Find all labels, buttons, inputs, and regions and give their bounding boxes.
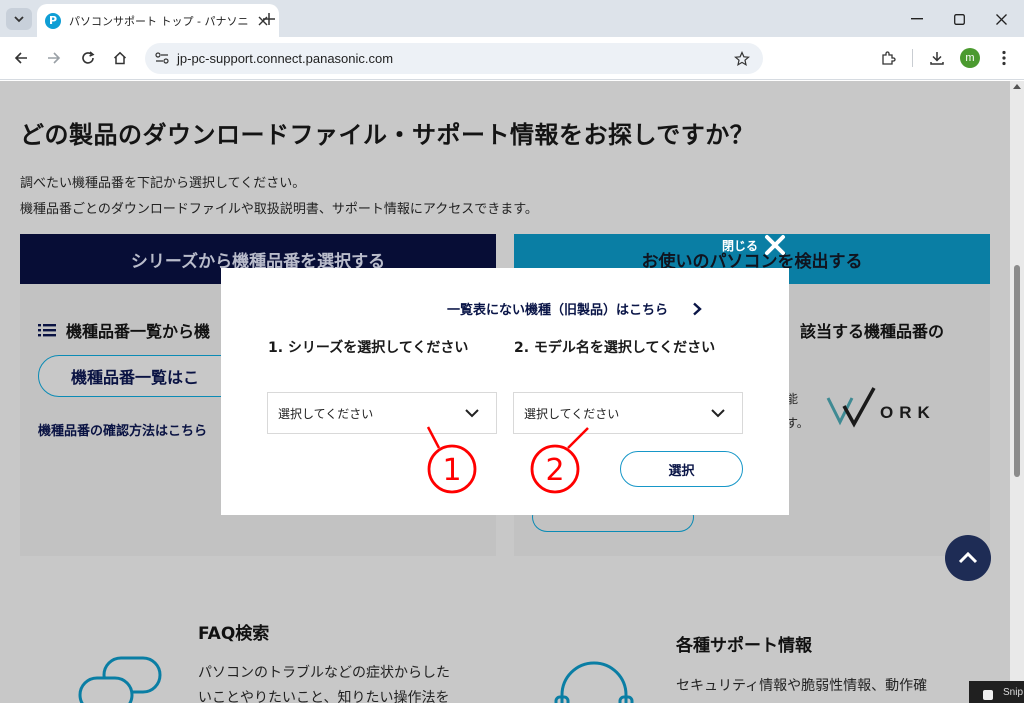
plus-icon[interactable]	[258, 8, 280, 30]
back-icon[interactable]	[9, 46, 33, 70]
tab-search-icon[interactable]	[6, 8, 32, 30]
profile-avatar[interactable]: m	[960, 48, 980, 68]
support-info-title[interactable]: 各種サポート情報	[676, 631, 812, 656]
page-heading: どの製品のダウンロードファイル・サポート情報をお探しですか？	[20, 121, 755, 149]
annotation-mark-1: 1	[427, 444, 477, 494]
address-bar[interactable]: jp-pc-support.connect.panasonic.com	[145, 43, 763, 74]
model-select[interactable]: 選択してください	[513, 392, 743, 434]
headset-icon	[554, 661, 634, 703]
menu-icon[interactable]	[992, 46, 1016, 70]
old-models-link[interactable]: 一覧表にない機種（旧製品）はこちら	[447, 299, 702, 318]
series-select-value: 選択してください	[278, 406, 374, 421]
list-icon	[38, 324, 56, 337]
minimize-icon[interactable]	[906, 8, 928, 30]
url-text: jp-pc-support.connect.panasonic.com	[177, 51, 394, 66]
snip-taskbar-item[interactable]: Snip	[969, 681, 1024, 703]
close-icon	[765, 235, 786, 255]
step1-label: 1. シリーズを選択してください	[268, 340, 469, 356]
annotation-number-1: 1	[442, 453, 461, 488]
intro-text-1: 調べたい機種品番を下記から選択してください。	[20, 176, 306, 191]
model-list-title: 機種品番一覧から機	[38, 318, 210, 342]
home-icon[interactable]	[108, 46, 132, 70]
chevron-down-icon	[465, 409, 479, 418]
vwork-logo: ORK	[826, 387, 936, 428]
forward-icon[interactable]	[42, 46, 66, 70]
faq-description-1: パソコンのトラブルなどの症状からした	[198, 665, 450, 681]
toolbar-divider	[912, 49, 913, 67]
panasonic-favicon-icon: P	[45, 12, 61, 29]
snip-icon	[983, 690, 993, 700]
model-select-dialog: 一覧表にない機種（旧製品）はこちら 1. シリーズを選択してください 2. モデ…	[221, 268, 789, 515]
intro-text-2: 機種品番ごとのダウンロードファイルや取扱説明書、サポート情報にアクセスできます。	[20, 202, 538, 217]
step2-label: 2. モデル名を選択してください	[514, 340, 716, 356]
annotation-mark-2: 2	[530, 444, 580, 494]
select-submit-button[interactable]: 選択	[620, 451, 743, 487]
reload-icon[interactable]	[76, 46, 100, 70]
old-models-link-text: 一覧表にない機種（旧製品）はこちら	[447, 303, 669, 318]
download-icon[interactable]	[925, 46, 949, 70]
maximize-icon[interactable]	[948, 8, 970, 30]
series-select[interactable]: 選択してください	[267, 392, 497, 434]
back-to-top-button[interactable]	[945, 535, 991, 581]
faq-description-2: いことやりたいこと、知りたい操作法を	[198, 690, 450, 703]
modal-close-button[interactable]: 閉じる	[722, 233, 786, 257]
check-method-link[interactable]: 機種品番の確認方法はこちら	[38, 420, 207, 439]
tab-strip: P パソコンサポート トップ - パナソニック	[0, 0, 1024, 37]
close-window-icon[interactable]	[990, 8, 1012, 30]
faq-chat-icon	[78, 656, 162, 703]
chevron-down-icon	[711, 409, 725, 418]
extensions-icon[interactable]	[876, 46, 900, 70]
tab-title: パソコンサポート トップ - パナソニック	[69, 14, 249, 28]
browser-tab[interactable]: P パソコンサポート トップ - パナソニック	[37, 4, 279, 37]
support-info-description: セキュリティ情報や脆弱性情報、動作確	[676, 678, 928, 694]
vwork-logo-text: ORK	[880, 403, 936, 422]
modal-close-label: 閉じる	[722, 238, 759, 253]
model-list-title-text: 機種品番一覧から機	[66, 322, 211, 341]
browser-toolbar: jp-pc-support.connect.panasonic.com m	[0, 37, 1024, 80]
snip-label: Snip	[1003, 687, 1024, 698]
faq-title[interactable]: FAQ検索	[198, 619, 269, 644]
chevron-right-icon	[693, 302, 702, 315]
site-info-icon[interactable]	[153, 49, 171, 67]
detect-panel-title: 該当する機種品番の	[800, 322, 945, 341]
detect-text-fragment-2: す。	[786, 416, 809, 430]
scroll-thumb[interactable]	[1014, 265, 1020, 477]
chevron-up-icon	[958, 552, 978, 564]
model-select-value: 選択してください	[524, 406, 620, 421]
star-icon[interactable]	[733, 50, 751, 68]
scroll-up-arrow-icon[interactable]	[1013, 84, 1021, 89]
page-scrollbar[interactable]	[1010, 81, 1024, 703]
annotation-number-2: 2	[545, 453, 564, 488]
